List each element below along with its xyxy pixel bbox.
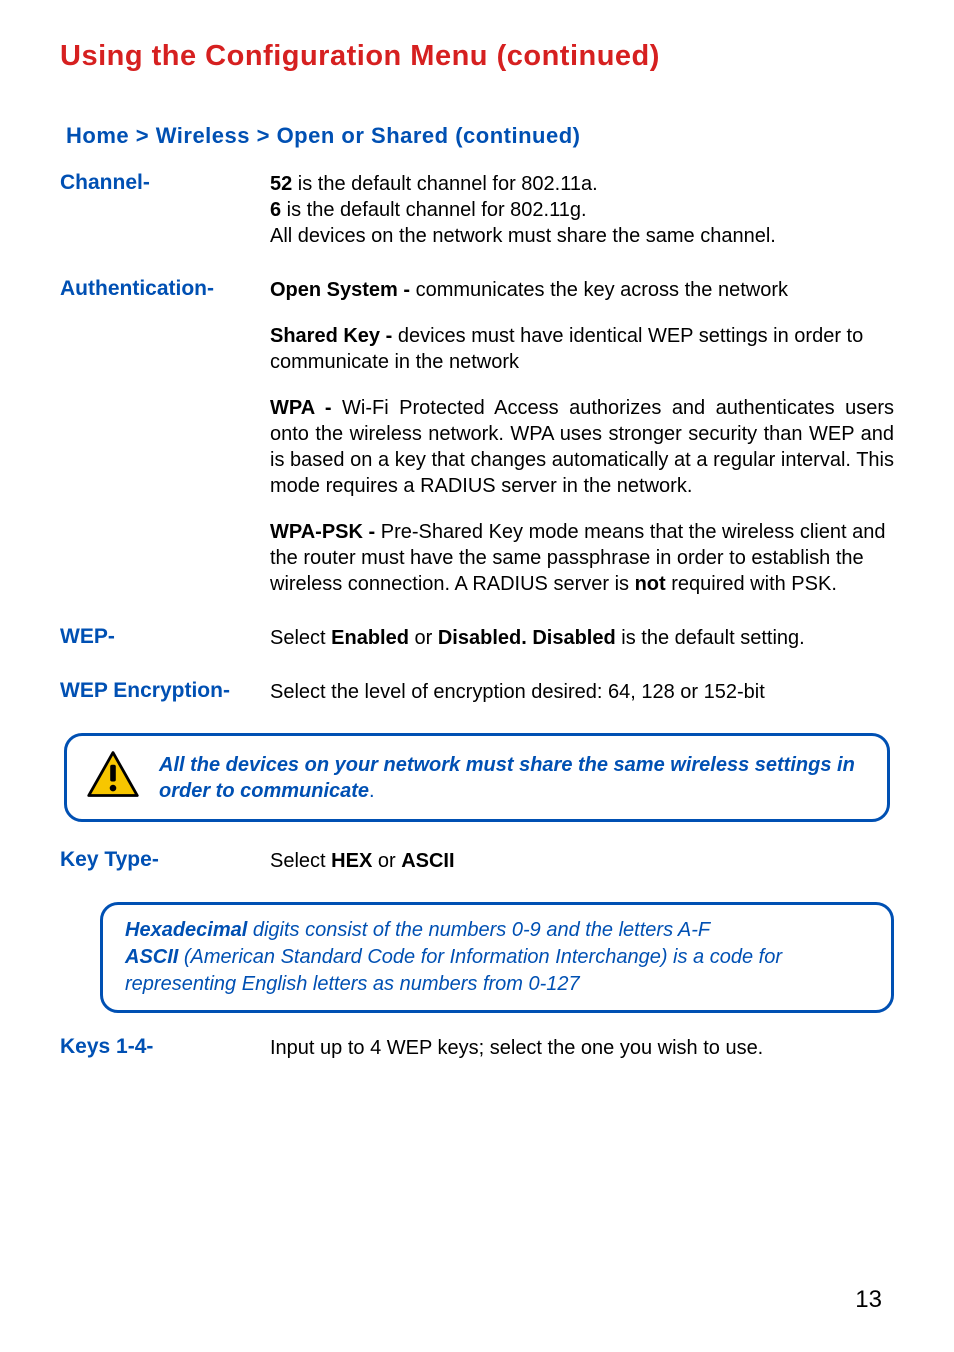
wep-label: WEP- <box>60 625 270 651</box>
wep-enc-label: WEP Encryption- <box>60 679 270 705</box>
wpa-psk-not: not <box>635 573 666 595</box>
note1-period: . <box>369 780 375 802</box>
channel-row: Channel- 52 is the default channel for 8… <box>60 171 894 249</box>
hex-text: digits consist of the numbers 0-9 and th… <box>247 919 710 941</box>
wep-enc-content: Select the level of encryption desired: … <box>270 679 894 705</box>
channel-content: 52 is the default channel for 802.11a. 6… <box>270 171 894 249</box>
wep-or: or <box>409 627 438 649</box>
ascii-bold: ASCII <box>125 946 178 968</box>
hex-ascii-note-box: Hexadecimal digits consist of the number… <box>100 902 894 1013</box>
wep-disabled-1: Disabled. <box>438 627 527 649</box>
warning-icon <box>85 750 141 805</box>
auth-row: Authentication- Open System - communicat… <box>60 277 894 597</box>
channel-a-text: is the default channel for 802.11a. <box>292 173 597 195</box>
shared-key-bold: Shared Key - <box>270 325 392 347</box>
auth-content: Open System - communicates the key acros… <box>270 277 894 597</box>
channel-g-text: is the default channel for 802.11g. <box>281 199 586 221</box>
warning-note-box: All the devices on your network must sha… <box>64 733 890 822</box>
wep-row: WEP- Select Enabled or Disabled. Disable… <box>60 625 894 651</box>
note1-main: All the devices on your network must sha… <box>159 754 855 802</box>
keytype-hex: HEX <box>331 850 372 872</box>
keys-1-4-content: Input up to 4 WEP keys; select the one y… <box>270 1035 894 1061</box>
page-number: 13 <box>855 1286 882 1314</box>
wep-content: Select Enabled or Disabled. Disabled is … <box>270 625 894 651</box>
open-system-bold: Open System - <box>270 279 410 301</box>
hex-bold: Hexadecimal <box>125 919 247 941</box>
keytype-or: or <box>372 850 401 872</box>
wpa-text: Wi-Fi Protected Access authorizes and au… <box>270 397 894 497</box>
keytype-ascii: ASCII <box>401 850 454 872</box>
keys-1-4-label: Keys 1-4- <box>60 1035 270 1061</box>
auth-label: Authentication- <box>60 277 270 597</box>
wpa-psk-bold: WPA-PSK - <box>270 521 375 543</box>
channel-52-bold: 52 <box>270 173 292 195</box>
key-type-row: Key Type- Select HEX or ASCII <box>60 848 894 874</box>
open-system-text: communicates the key across the network <box>410 279 788 301</box>
wep-post: is the default setting. <box>616 627 805 649</box>
channel-6-bold: 6 <box>270 199 281 221</box>
keys-1-4-row: Keys 1-4- Input up to 4 WEP keys; select… <box>60 1035 894 1061</box>
wep-enabled: Enabled <box>331 627 409 649</box>
page-title: Using the Configuration Menu (continued) <box>60 40 894 73</box>
wep-disabled-2: Disabled <box>527 627 616 649</box>
channel-all-text: All devices on the network must share th… <box>270 223 894 249</box>
warning-note-text: All the devices on your network must sha… <box>159 752 869 804</box>
wpa-psk-text-2: required with PSK. <box>666 573 837 595</box>
wep-enc-row: WEP Encryption- Select the level of encr… <box>60 679 894 705</box>
ascii-text: (American Standard Code for Information … <box>125 946 782 995</box>
channel-label: Channel- <box>60 171 270 249</box>
keytype-pre: Select <box>270 850 331 872</box>
key-type-label: Key Type- <box>60 848 270 874</box>
wpa-bold: WPA - <box>270 397 332 419</box>
breadcrumb: Home > Wireless > Open or Shared (contin… <box>60 123 894 149</box>
wep-pre: Select <box>270 627 331 649</box>
key-type-content: Select HEX or ASCII <box>270 848 894 874</box>
